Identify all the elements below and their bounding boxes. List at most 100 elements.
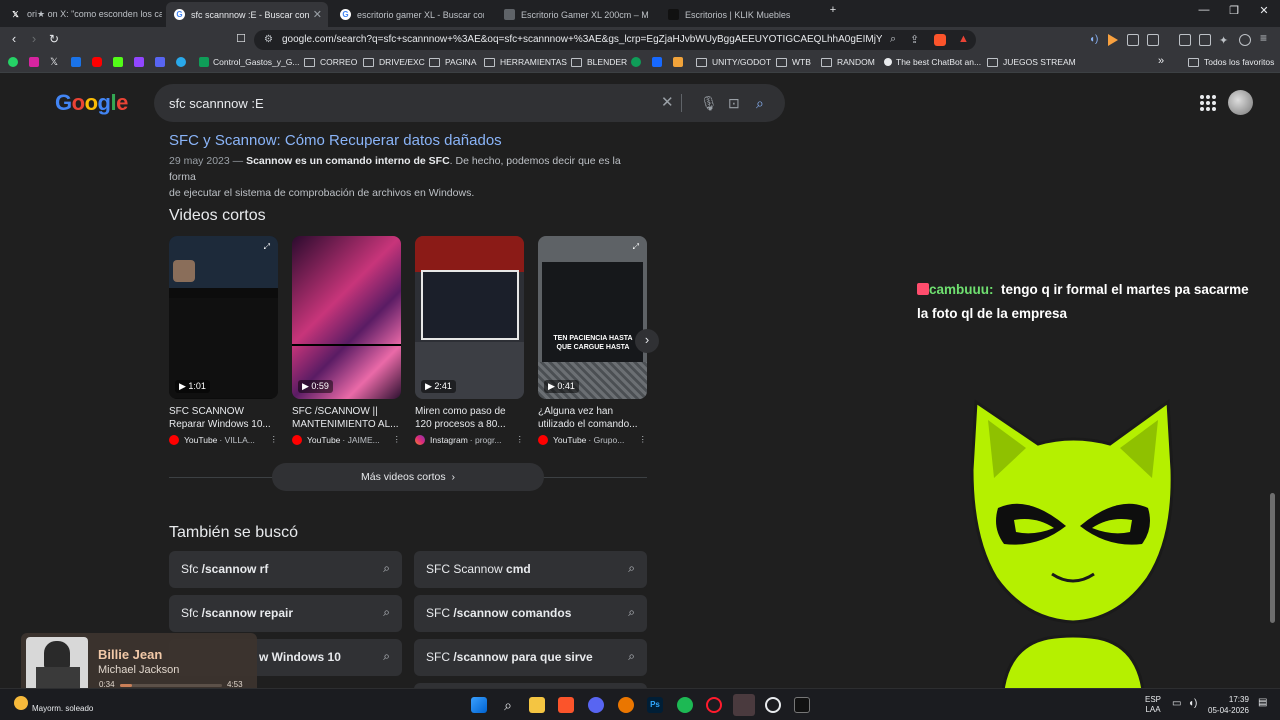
- bookmark-control-gastos[interactable]: Control_Gastos_y_G...: [199, 57, 299, 67]
- youtube-icon[interactable]: [92, 57, 106, 67]
- language-indicator[interactable]: ESP LAA: [1145, 695, 1161, 715]
- bookmark-folder-juegos[interactable]: JUEGOS STREAM: [987, 57, 1076, 67]
- twitch-icon[interactable]: [134, 57, 148, 67]
- whatsapp-icon[interactable]: [8, 57, 22, 67]
- bookmark-site-1[interactable]: [631, 57, 645, 67]
- zoom-icon[interactable]: ⌕: [890, 33, 896, 46]
- forward-icon[interactable]: ›: [26, 32, 42, 46]
- result-title-link[interactable]: SFC y Scannow: Cómo Recuperar datos daña…: [169, 132, 502, 149]
- video-title[interactable]: ¿Alguna vez han utilizado el comando...: [538, 405, 647, 431]
- kick-icon[interactable]: [113, 57, 127, 67]
- new-tab-button[interactable]: +: [823, 4, 843, 16]
- video-thumbnail[interactable]: ⤢ ▶ 1:01: [169, 236, 278, 399]
- volume-icon[interactable]: ◖): [1188, 698, 1197, 709]
- search-input[interactable]: sfc scannnow :E ✕ 🎙 ⊡ ⌕: [154, 84, 785, 122]
- start-menu-icon[interactable]: [471, 697, 487, 713]
- tab-moad[interactable]: Escritorio Gamer XL 200cm – Moad C: [496, 2, 656, 27]
- bookmark-chatbot[interactable]: The best ChatBot an...: [884, 57, 981, 67]
- app-active-icon[interactable]: [733, 694, 755, 716]
- carousel-next-button[interactable]: ›: [635, 329, 659, 353]
- play-extension-icon[interactable]: [1108, 34, 1118, 46]
- page-scrollbar[interactable]: [1270, 493, 1275, 623]
- obs-icon[interactable]: [765, 697, 781, 713]
- microphone-icon[interactable]: 🎙: [700, 95, 718, 112]
- clock[interactable]: 17:39 05-04-2026: [1208, 694, 1249, 716]
- video-card[interactable]: ▶ 2:41 Miren como paso de 120 procesos a…: [415, 236, 524, 445]
- x-bookmark-icon[interactable]: 𝕏: [50, 57, 58, 68]
- extensions-icon[interactable]: [1127, 34, 1139, 46]
- opera-gx-icon[interactable]: [706, 697, 722, 713]
- site-info-icon[interactable]: ⚙: [264, 34, 273, 45]
- video-thumbnail[interactable]: ▶ 2:41: [415, 236, 524, 399]
- tab-google-search-active[interactable]: G sfc scannnow :E - Buscar con Goo ✕: [166, 2, 328, 27]
- all-bookmarks-folder[interactable]: Todos los favoritos: [1188, 57, 1274, 67]
- sidebar-icon[interactable]: [1179, 34, 1191, 46]
- video-thumbnail[interactable]: ▶ 0:59: [292, 236, 401, 399]
- apps-grid-icon[interactable]: [1200, 95, 1216, 111]
- clear-icon[interactable]: ✕: [661, 93, 674, 111]
- video-card[interactable]: ▶ 0:59 SFC /SCANNOW || MANTENIMIENTO AL.…: [292, 236, 401, 445]
- notifications-icon[interactable]: ▤: [1258, 697, 1267, 708]
- close-window-button[interactable]: ✕: [1254, 4, 1274, 17]
- related-search-item[interactable]: SFC /scannow para que sirve ⌕: [414, 639, 647, 676]
- more-bookmarks-icon[interactable]: »: [1158, 55, 1164, 67]
- tab-x-post[interactable]: 𝕏 ori★ on X: "como esconden los cable: [2, 2, 162, 27]
- vpn-icon[interactable]: [1239, 34, 1251, 46]
- maximize-button[interactable]: ❐: [1224, 4, 1244, 17]
- discord-icon[interactable]: [588, 697, 604, 713]
- audio-icon[interactable]: ◖): [1089, 34, 1101, 46]
- wallet-icon[interactable]: [1199, 34, 1211, 46]
- bookmark-folder-blender[interactable]: BLENDER: [571, 57, 627, 67]
- minimize-button[interactable]: —: [1194, 4, 1214, 16]
- search-icon[interactable]: ⌕: [500, 697, 516, 713]
- terminal-icon[interactable]: [794, 697, 810, 713]
- photoshop-icon[interactable]: Ps: [647, 697, 663, 713]
- more-options-icon[interactable]: ⋮: [639, 434, 648, 445]
- bookmark-site-3[interactable]: [673, 57, 687, 67]
- more-options-icon[interactable]: ⋮: [270, 434, 279, 445]
- instagram-icon[interactable]: [29, 57, 43, 67]
- leo-ai-icon[interactable]: ✦: [1219, 34, 1231, 47]
- weather-icon[interactable]: [14, 696, 28, 710]
- mail-icon[interactable]: [71, 57, 85, 67]
- bookmark-folder-herramientas[interactable]: HERRAMIENTAS: [484, 57, 567, 67]
- more-videos-button[interactable]: Más videos cortos ›: [272, 463, 544, 491]
- file-explorer-icon[interactable]: [529, 697, 545, 713]
- account-avatar[interactable]: [1228, 90, 1253, 115]
- bookmark-icon[interactable]: ☐: [233, 32, 249, 46]
- address-bar[interactable]: ⚙ google.com/search?q=sfc+scannnow+%3AE&…: [254, 30, 976, 50]
- video-title[interactable]: Miren como paso de 120 procesos a 80...: [415, 405, 524, 431]
- video-card[interactable]: ⤢ ▶ 1:01 SFC SCANNOW Reparar Windows 10.…: [169, 236, 278, 445]
- tab-google-search[interactable]: G escritorio gamer XL - Buscar con Goo: [332, 2, 492, 27]
- telegram-icon[interactable]: [176, 57, 190, 67]
- playback-progress-bar[interactable]: [120, 684, 222, 687]
- bookmark-site-2[interactable]: [652, 57, 666, 67]
- related-search-item[interactable]: Sfc /scannow rf ⌕: [169, 551, 402, 588]
- bookmark-folder-wtb[interactable]: WTB: [776, 57, 811, 67]
- bookmark-folder-correo[interactable]: CORREO: [304, 57, 357, 67]
- google-logo[interactable]: Google: [55, 90, 128, 116]
- media-icon[interactable]: [1147, 34, 1159, 46]
- more-options-icon[interactable]: ⋮: [393, 434, 402, 445]
- video-card[interactable]: TEN PACIENCIA HASTA QUE CARGUE HASTA ⤢ ▶…: [538, 236, 647, 445]
- back-icon[interactable]: ‹: [6, 32, 22, 46]
- video-title[interactable]: SFC SCANNOW Reparar Windows 10...: [169, 405, 278, 431]
- tab-klik[interactable]: Escritorios | KLIK Muebles: [660, 2, 820, 27]
- reload-icon[interactable]: ↻: [46, 32, 62, 46]
- bookmark-folder-drive[interactable]: DRIVE/EXC: [363, 57, 425, 67]
- related-search-item[interactable]: SFC /scannow comandos ⌕: [414, 595, 647, 632]
- blender-icon[interactable]: [618, 697, 634, 713]
- share-icon[interactable]: ⇪: [910, 33, 919, 46]
- lens-icon[interactable]: ⊡: [728, 95, 740, 112]
- menu-icon[interactable]: ≡: [1260, 31, 1272, 45]
- bookmark-folder-random[interactable]: RANDOM: [821, 57, 875, 67]
- brave-rewards-icon[interactable]: ▲: [958, 33, 969, 45]
- search-icon[interactable]: ⌕: [756, 95, 764, 112]
- brave-browser-icon[interactable]: [558, 697, 574, 713]
- related-search-item[interactable]: SFC Scannow cmd ⌕: [414, 551, 647, 588]
- spotify-icon[interactable]: [677, 697, 693, 713]
- bookmark-folder-unity[interactable]: UNITY/GODOT: [696, 57, 771, 67]
- close-icon[interactable]: ✕: [313, 8, 322, 21]
- bookmark-folder-pagina[interactable]: PAGINA: [429, 57, 477, 67]
- related-search-item[interactable]: Sfc /scannow repair ⌕: [169, 595, 402, 632]
